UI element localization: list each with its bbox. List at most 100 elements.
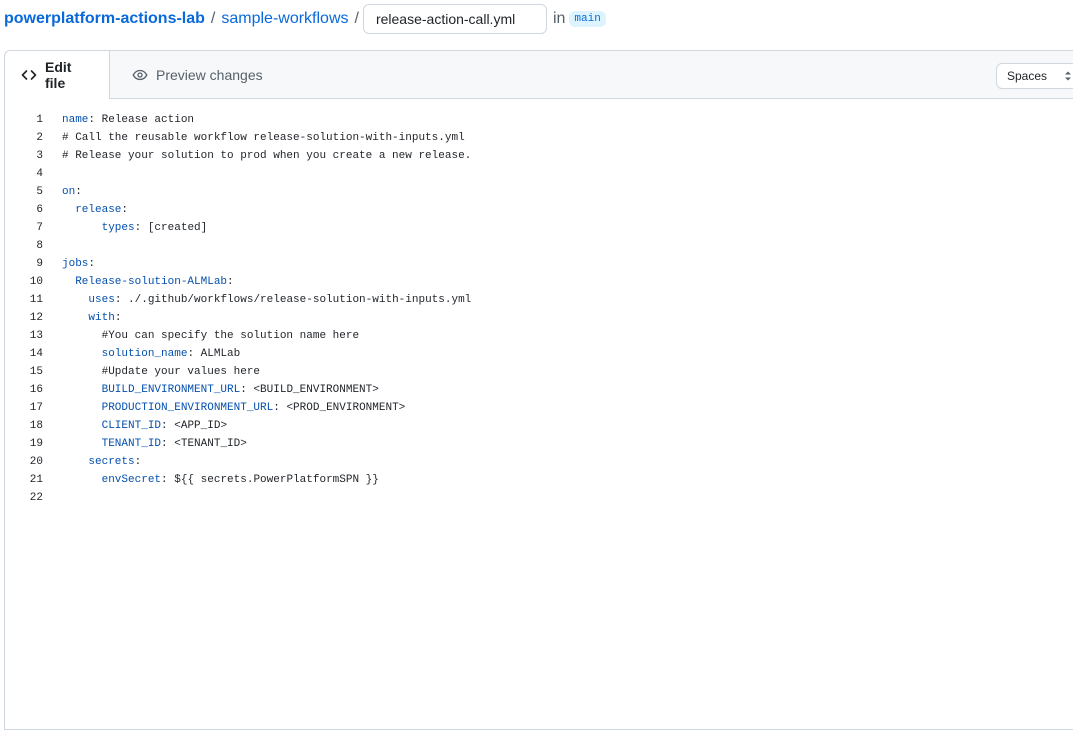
yaml-colon: :	[114, 312, 122, 324]
yaml-key: envSecret	[101, 474, 162, 486]
line-number: 5	[36, 186, 43, 198]
line-text: with:	[62, 309, 121, 327]
code-icon	[21, 67, 37, 83]
yaml-value: ${{ secrets.PowerPlatformSPN }}	[167, 474, 379, 486]
tab-preview-changes-label: Preview changes	[156, 66, 263, 83]
indent-mode-select[interactable]: Spaces	[996, 63, 1073, 89]
line-text: TENANT_ID: <TENANT_ID>	[62, 435, 247, 453]
folder-link[interactable]: sample-workflows	[221, 10, 348, 28]
filename-input[interactable]	[362, 4, 547, 34]
yaml-key: release	[75, 204, 122, 216]
line-number: 13	[29, 330, 43, 342]
yaml-value: ALMLab	[194, 348, 241, 360]
yaml-colon: :	[161, 438, 168, 450]
code-line[interactable]: 7 types: [created]	[5, 219, 1073, 237]
yaml-colon: :	[161, 420, 168, 432]
yaml-key: PRODUCTION_ENVIRONMENT_URL	[101, 402, 274, 414]
yaml-colon: :	[161, 474, 168, 486]
line-text: secrets:	[62, 453, 141, 471]
line-text: envSecret: ${{ secrets.PowerPlatformSPN …	[62, 471, 379, 489]
code-line[interactable]: 15 #Update your values here	[5, 363, 1073, 381]
line-number: 8	[36, 240, 43, 252]
line-number: 7	[36, 222, 43, 234]
code-line[interactable]: 20 secrets:	[5, 453, 1073, 471]
line-number: 19	[29, 438, 43, 450]
breadcrumb: powerplatform-actions-lab / sample-workf…	[0, 0, 1073, 38]
line-text: uses: ./.github/workflows/release-soluti…	[62, 291, 471, 309]
code-line[interactable]: 3 # Release your solution to prod when yo…	[5, 147, 1073, 165]
file-editor: Edit file Preview changes Spaces 1 name: …	[4, 50, 1073, 730]
code-line[interactable]: 2 # Call the reusable workflow release-so…	[5, 129, 1073, 147]
code-line[interactable]: 14 solution_name: ALMLab	[5, 345, 1073, 363]
yaml-key: jobs	[62, 258, 89, 270]
yaml-value: ./.github/workflows/release-solution-wit…	[121, 294, 472, 306]
line-number: 14	[29, 348, 43, 360]
yaml-key: Release-solution-ALMLab	[75, 276, 228, 288]
code-line[interactable]: 22	[5, 489, 1073, 507]
yaml-key: with	[88, 312, 115, 324]
yaml-value: <PROD_ENVIRONMENT>	[279, 402, 406, 414]
tab-edit-file[interactable]: Edit file	[5, 51, 110, 99]
line-text: types: [created]	[62, 219, 208, 237]
line-number: 21	[29, 474, 43, 486]
yaml-colon: :	[134, 456, 142, 468]
line-number: 4	[36, 168, 43, 180]
line-number: 9	[36, 258, 43, 270]
line-text: name: Release action	[62, 111, 194, 129]
yaml-value: <APP_ID>	[167, 420, 228, 432]
code-line[interactable]: 1 name: Release action	[5, 111, 1073, 129]
code-line[interactable]: 10 Release-solution-ALMLab:	[5, 273, 1073, 291]
yaml-colon: :	[273, 402, 280, 414]
repo-link[interactable]: powerplatform-actions-lab	[4, 10, 205, 28]
code-line[interactable]: 16 BUILD_ENVIRONMENT_URL: <BUILD_ENVIRON…	[5, 381, 1073, 399]
code-line[interactable]: 11 uses: ./.github/workflows/release-sol…	[5, 291, 1073, 309]
line-number: 1	[36, 114, 43, 126]
code-line[interactable]: 19 TENANT_ID: <TENANT_ID>	[5, 435, 1073, 453]
line-text: PRODUCTION_ENVIRONMENT_URL: <PROD_ENVIRO…	[62, 399, 406, 417]
line-number: 17	[29, 402, 43, 414]
yaml-key: CLIENT_ID	[101, 420, 162, 432]
in-label: in	[552, 10, 566, 27]
yaml-value: [created]	[141, 222, 208, 234]
code-line[interactable]: 4	[5, 165, 1073, 183]
line-number: 2	[36, 132, 43, 144]
code-line[interactable]: 12 with:	[5, 309, 1073, 327]
line-number: 16	[29, 384, 43, 396]
code-line[interactable]: 17 PRODUCTION_ENVIRONMENT_URL: <PROD_ENV…	[5, 399, 1073, 417]
tab-preview-changes[interactable]: Preview changes	[110, 51, 279, 98]
tab-edit-file-label: Edit file	[45, 59, 72, 91]
code-line[interactable]: 13 #You can specify the solution name he…	[5, 327, 1073, 345]
indent-mode-value: Spaces	[1007, 69, 1048, 83]
branch-badge[interactable]: main	[569, 11, 606, 27]
code-line[interactable]: 9 jobs:	[5, 255, 1073, 273]
line-number: 10	[29, 276, 43, 288]
yaml-key: TENANT_ID	[101, 438, 162, 450]
code-line[interactable]: 5 on:	[5, 183, 1073, 201]
line-number: 15	[29, 366, 43, 378]
yaml-key: name	[62, 114, 89, 126]
code-line[interactable]: 8	[5, 237, 1073, 255]
select-caret-icon	[1063, 69, 1073, 83]
line-text: Release-solution-ALMLab:	[62, 273, 233, 291]
code-line[interactable]: 6 release:	[5, 201, 1073, 219]
line-text: CLIENT_ID: <APP_ID>	[62, 417, 227, 435]
line-text: solution_name: ALMLab	[62, 345, 241, 363]
line-text: release:	[62, 201, 128, 219]
line-number: 3	[36, 150, 43, 162]
line-number: 12	[29, 312, 43, 324]
yaml-value: <TENANT_ID>	[167, 438, 247, 450]
line-text: BUILD_ENVIRONMENT_URL: <BUILD_ENVIRONMEN…	[62, 381, 379, 399]
yaml-key: types	[101, 222, 135, 234]
code-editor-area[interactable]: 1 name: Release action 2 # Call the reusabl…	[5, 111, 1073, 507]
yaml-value: <BUILD_ENVIRONMENT>	[246, 384, 379, 396]
line-text: jobs:	[62, 255, 95, 273]
code-line[interactable]: 18 CLIENT_ID: <APP_ID>	[5, 417, 1073, 435]
code-line[interactable]: 21 envSecret: ${{ secrets.PowerPlatformS…	[5, 471, 1073, 489]
yaml-key: uses	[88, 294, 115, 306]
